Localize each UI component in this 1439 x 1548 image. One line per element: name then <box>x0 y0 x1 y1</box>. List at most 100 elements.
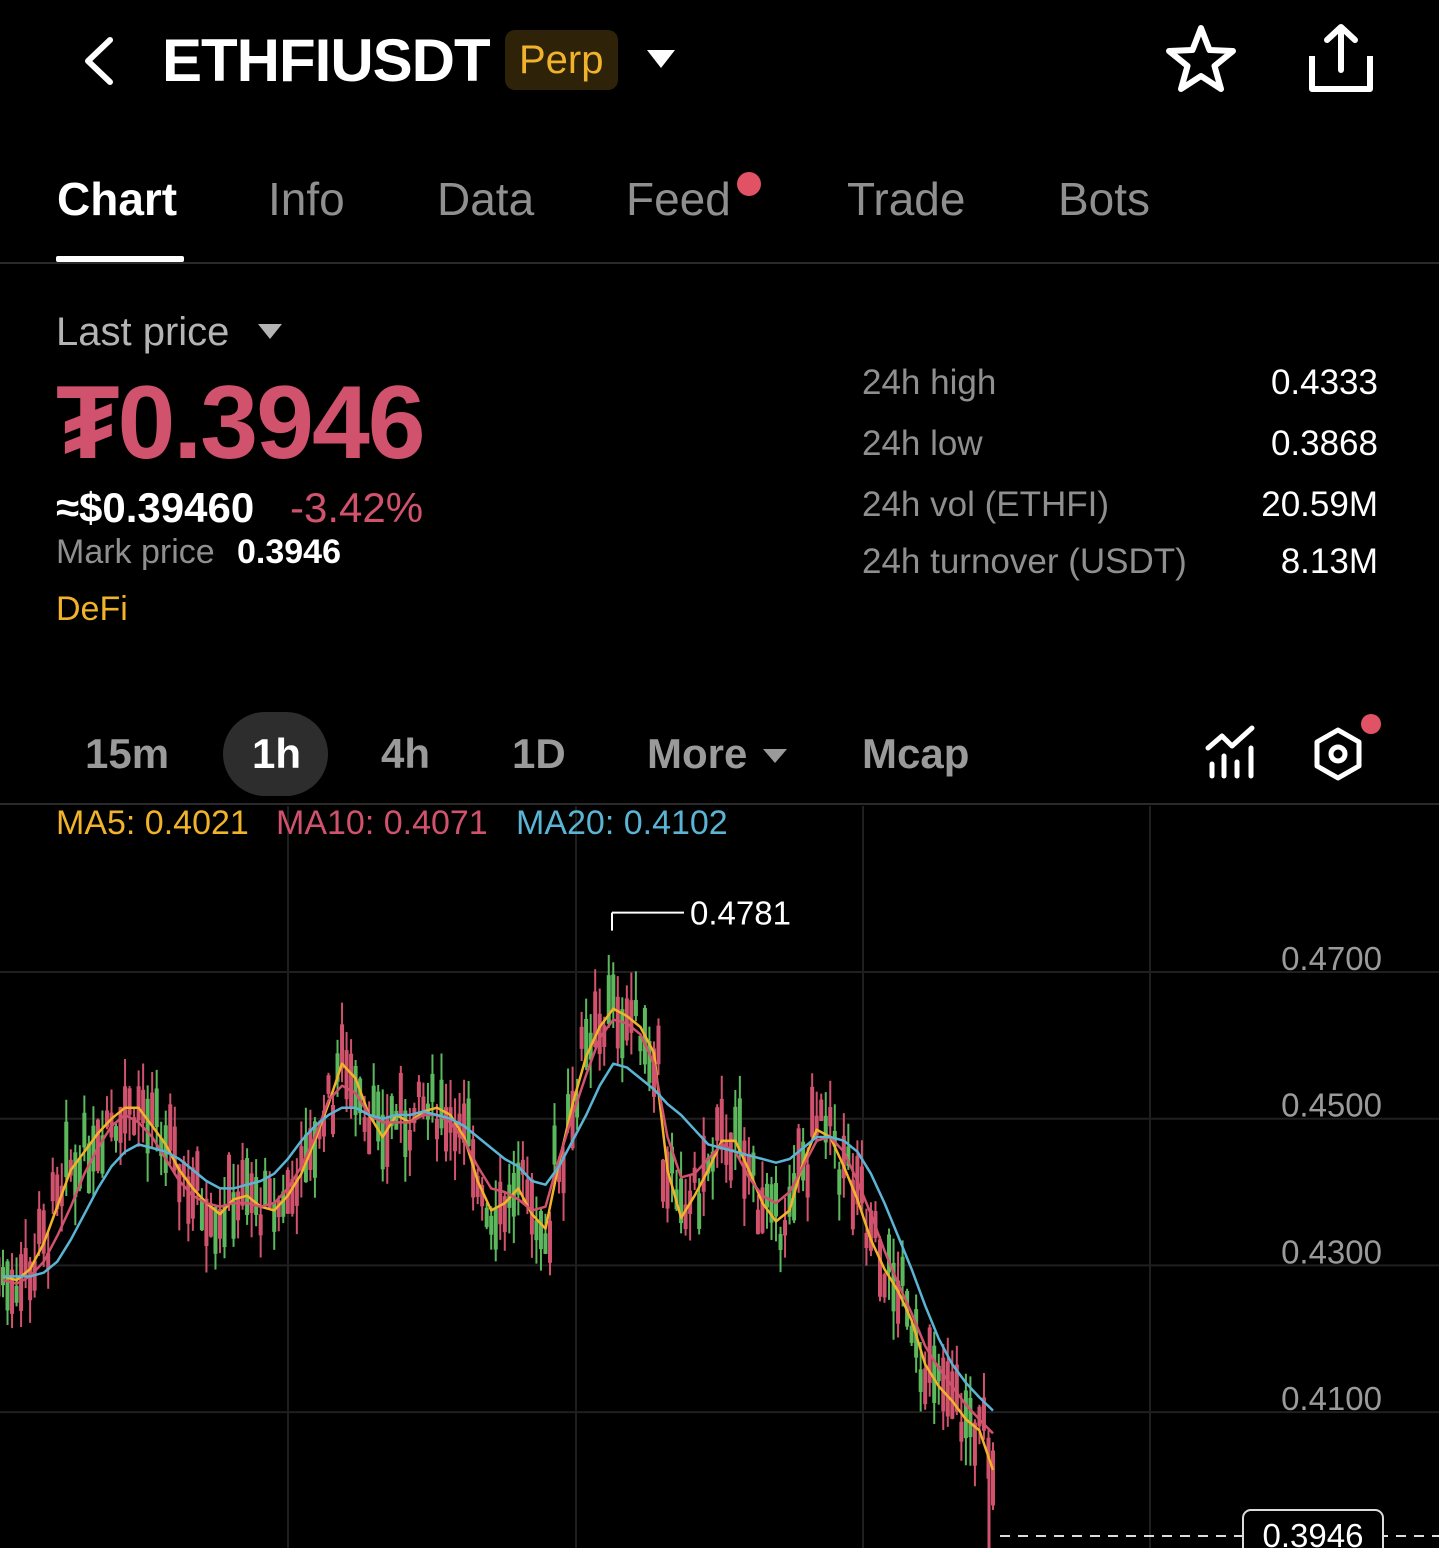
sector-tag[interactable]: DeFi <box>56 590 128 629</box>
tab-feed[interactable]: Feed <box>626 172 731 226</box>
stat-24h-high-label: 24h high <box>862 363 997 402</box>
candle-body <box>489 1215 494 1235</box>
contract-type-badge: Perp <box>505 30 618 90</box>
candle-body <box>805 1164 810 1198</box>
candle-body <box>900 1256 905 1286</box>
candle-body <box>597 1013 602 1054</box>
candle-body <box>737 1098 742 1153</box>
y-axis-tick-label: 0.4500 <box>1281 1087 1382 1124</box>
candle-body <box>466 1098 471 1147</box>
candle-body <box>407 1129 412 1151</box>
candle-body <box>783 1220 788 1236</box>
chevron-left-icon <box>85 37 113 85</box>
candle-body <box>127 1088 132 1115</box>
candle-body <box>733 1106 738 1143</box>
ma10-legend: MA10: 0.4071 <box>276 804 488 842</box>
candle-body <box>439 1079 444 1129</box>
candle-body <box>828 1107 833 1127</box>
candle-body <box>945 1361 950 1417</box>
price-change-percent: -3.42% <box>290 484 424 531</box>
candle-body <box>864 1232 869 1249</box>
back-button[interactable] <box>70 28 130 94</box>
ma5-legend: MA5: 0.4021 <box>56 804 249 842</box>
stat-24h-high-value: 0.4333 <box>1270 363 1378 402</box>
candle-body <box>932 1345 937 1403</box>
price-chart[interactable]: 0.4700 0.4500 0.4300 0.4100 0.4781 0.3946 <box>0 806 1439 1548</box>
candle-body <box>150 1092 155 1126</box>
candle-body <box>877 1239 882 1297</box>
symbol-title[interactable]: ETHFIUSDT <box>162 26 491 95</box>
candle-body <box>434 1118 439 1140</box>
caret-down-icon[interactable] <box>762 746 788 766</box>
caret-down-icon[interactable] <box>256 322 284 342</box>
candle-body <box>968 1397 973 1438</box>
caret-down-icon <box>647 50 675 68</box>
candle-body <box>579 1026 584 1049</box>
candle-body <box>547 1220 552 1263</box>
stat-24h-vol-value: 20.59M <box>1261 485 1378 524</box>
candle-body <box>326 1075 331 1094</box>
candle-body <box>656 1025 661 1065</box>
favorite-button[interactable] <box>1163 22 1239 98</box>
candle-body <box>963 1390 968 1439</box>
stat-24h-low-label: 24h low <box>862 424 983 463</box>
interval-mcap[interactable]: Mcap <box>862 730 969 778</box>
star-outline-icon <box>1166 25 1236 92</box>
candle-body <box>91 1125 96 1172</box>
interval-more[interactable]: More <box>647 730 747 778</box>
candle-body <box>403 1110 408 1158</box>
stat-24h-turnover-value: 8.13M <box>1280 542 1378 581</box>
candle-body <box>227 1154 232 1205</box>
chart-settings-button[interactable] <box>1308 724 1368 784</box>
current-price-label: 0.3946 <box>1263 1517 1364 1548</box>
candle-body <box>624 998 629 1041</box>
price-type-selector[interactable]: Last price <box>56 310 229 355</box>
candle-body <box>918 1369 923 1392</box>
y-axis-tick-label: 0.4700 <box>1281 940 1382 977</box>
candle-body <box>249 1173 254 1214</box>
candle-body <box>611 974 616 1012</box>
share-button[interactable] <box>1302 22 1380 98</box>
candle-body <box>661 1159 665 1202</box>
candle-body <box>37 1208 42 1245</box>
interval-15m[interactable]: 15m <box>85 730 169 778</box>
tab-chart[interactable]: Chart <box>57 172 177 226</box>
candle-body <box>941 1357 946 1412</box>
candle-body <box>236 1191 241 1221</box>
candle-body <box>82 1112 87 1148</box>
peak-price-label: 0.4781 <box>690 895 791 932</box>
candle-body <box>14 1285 19 1303</box>
candle-body <box>5 1261 10 1311</box>
candle-body <box>724 1140 729 1165</box>
interval-1d[interactable]: 1D <box>512 730 566 778</box>
settings-notification-dot <box>1361 714 1381 734</box>
candle-body <box>529 1179 534 1235</box>
hexagon-settings-icon <box>1314 727 1362 781</box>
candle-body <box>168 1104 173 1151</box>
candle-body <box>493 1208 498 1250</box>
candle-body <box>923 1368 928 1405</box>
tab-data[interactable]: Data <box>437 172 534 226</box>
interval-1h[interactable]: 1h <box>252 730 301 778</box>
candle-body <box>141 1089 146 1124</box>
candle-body <box>245 1158 250 1216</box>
candle-body <box>534 1220 539 1241</box>
candle-body <box>810 1086 815 1137</box>
candle-body <box>774 1183 779 1217</box>
interval-4h[interactable]: 4h <box>381 730 430 778</box>
indicators-button[interactable] <box>1204 724 1260 780</box>
candle-body <box>959 1421 964 1442</box>
candle-body <box>136 1086 141 1121</box>
symbol-dropdown-button[interactable] <box>645 46 677 74</box>
y-axis-tick-label: 0.4100 <box>1281 1380 1382 1417</box>
tab-info[interactable]: Info <box>268 172 345 226</box>
tab-trade[interactable]: Trade <box>847 172 965 226</box>
candle-body <box>620 1009 625 1059</box>
candle-body <box>778 1234 783 1251</box>
stat-24h-low-value: 0.3868 <box>1270 424 1378 463</box>
candle-body <box>430 1073 435 1102</box>
candle-body <box>484 1207 489 1228</box>
candle-body <box>543 1233 548 1254</box>
tab-bots[interactable]: Bots <box>1058 172 1150 226</box>
candle-body <box>272 1201 277 1232</box>
